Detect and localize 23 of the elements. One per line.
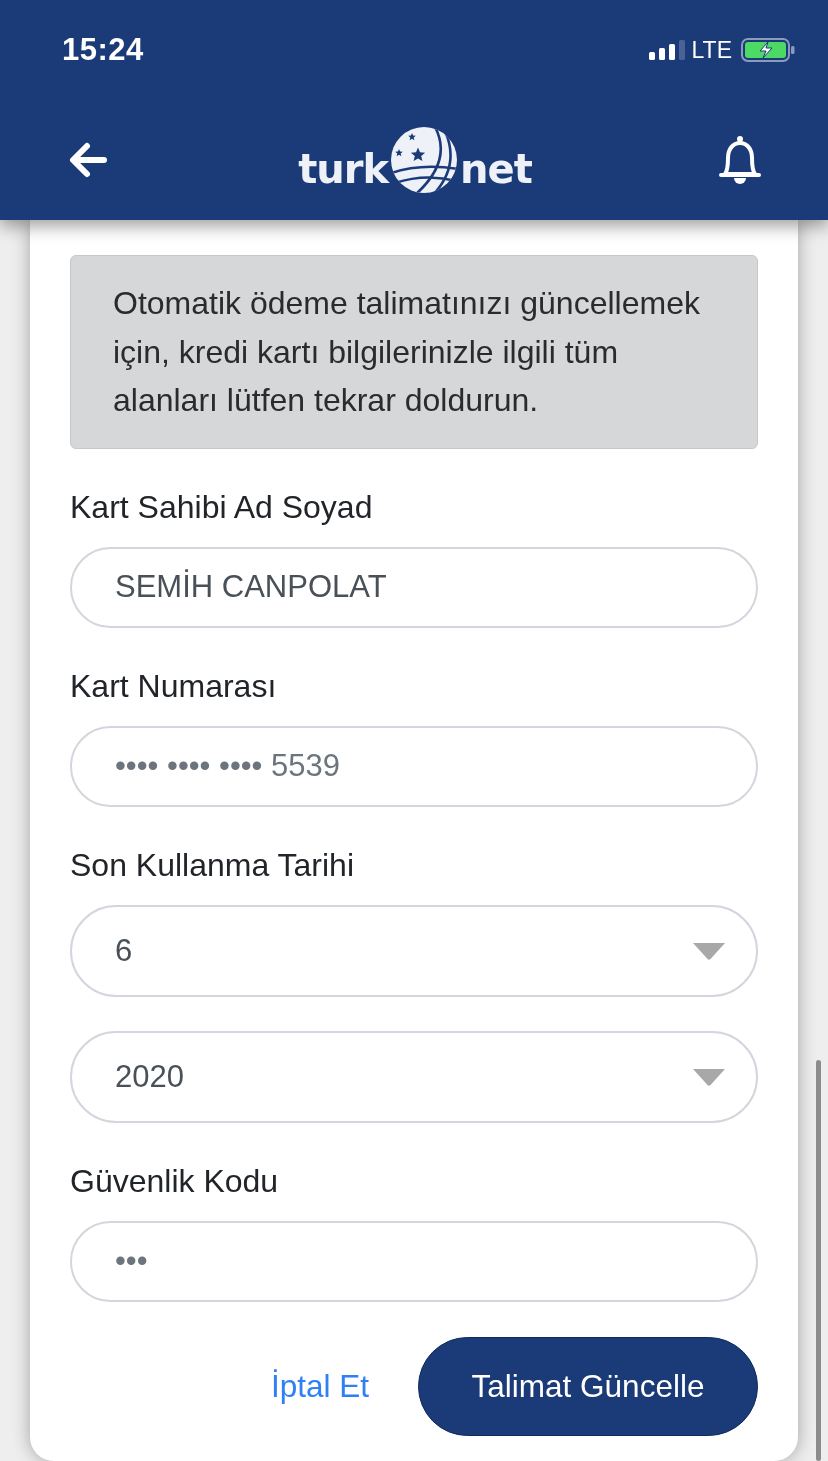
- dropdown[interactable]: 2020: [70, 1030, 758, 1123]
- signal-icon: [648, 40, 685, 60]
- logo-wordmark: net: [460, 146, 532, 192]
- back-arrow-icon[interactable]: [68, 141, 108, 179]
- info-notice: Otomatik ödeme talimatınızı güncellemek için, kredi kartı bilgilerinizle ilgili tüm alanları lütfen tekrar doldurun.: [70, 255, 758, 449]
- network-type: LTE: [691, 36, 732, 64]
- field-label: Son Kullanma Tarihi: [70, 846, 355, 883]
- field-label: Kart Numarası: [70, 667, 278, 704]
- caret-down-icon: [693, 941, 725, 960]
- update-button[interactable]: Talimat Güncelle: [418, 1336, 758, 1436]
- text-field[interactable]: •••: [70, 1220, 758, 1302]
- notification-bell-icon[interactable]: [718, 135, 762, 185]
- text-field[interactable]: •••• •••• •••• 5539: [70, 725, 758, 807]
- cancel-link[interactable]: İptal Et: [270, 1367, 369, 1405]
- globe-icon: [391, 127, 458, 193]
- text-field[interactable]: SEMİH CANPOLAT: [70, 546, 758, 628]
- battery-icon: [741, 38, 795, 62]
- field-label: Güvenlik Kodu: [70, 1162, 280, 1199]
- status-time: 15:24: [62, 32, 144, 68]
- field-label: Kart Sahibi Ad Soyad: [70, 488, 374, 525]
- caret-down-icon: [693, 1067, 725, 1086]
- logo-wordmark: turk: [298, 146, 389, 192]
- dropdown[interactable]: 6: [70, 904, 758, 997]
